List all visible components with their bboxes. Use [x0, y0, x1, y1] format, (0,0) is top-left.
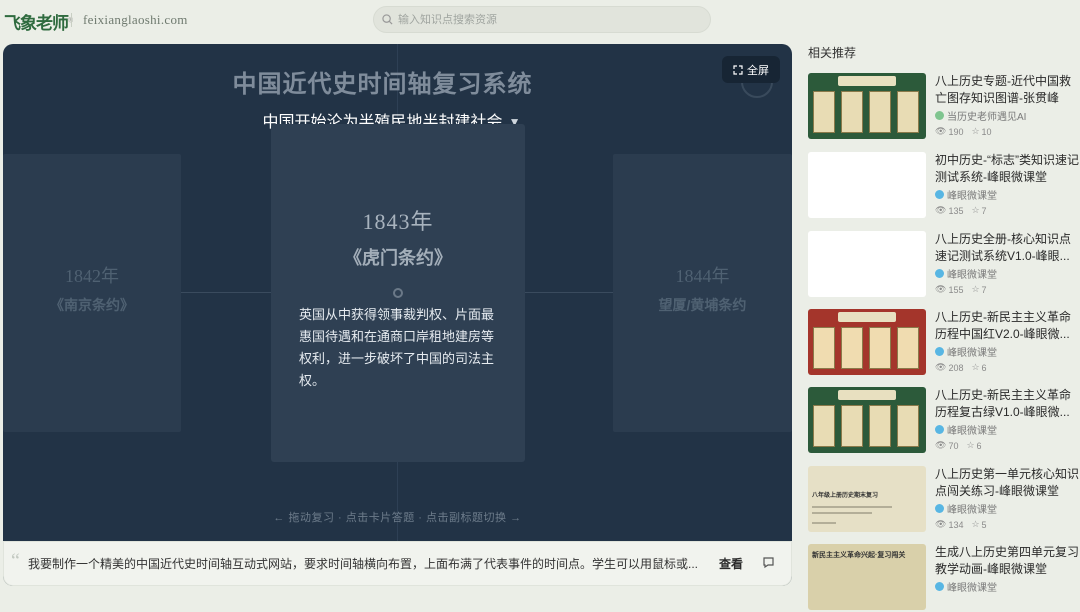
item-stats: 👁 155 ☆ 7 — [935, 284, 987, 295]
sidebar-title: 相关推荐 — [808, 46, 857, 60]
item-title: 八上历史-新民主主义革命历程复古绿V1.0-峰眼微... — [935, 388, 1071, 419]
related-sidebar: 相关推荐 八上历史专题-近代中国救亡图存知识图谱-张贯峰 当历史老师遇见AI 👁… — [808, 44, 1080, 610]
search-input[interactable] — [398, 11, 698, 29]
recommend-item[interactable]: 八上历史-新民主主义革命历程复古绿V1.0-峰眼微... 峰眼微课堂 👁 70 ☆… — [808, 387, 1080, 455]
eye-icon: 👁 — [935, 126, 947, 136]
message-icon[interactable] — [762, 556, 775, 569]
event-card-prev[interactable]: 1842年 《南京条约》 — [3, 154, 181, 432]
search-icon — [382, 14, 393, 25]
item-title: 八上历史全册-核心知识点速记测试系统V1.0-峰眼... — [935, 232, 1071, 263]
item-author: 当历史老师遇见AI — [935, 108, 1026, 123]
timeline-dot — [393, 288, 403, 298]
card-year: 1844年 — [675, 266, 730, 286]
avatar — [935, 347, 944, 356]
avatar — [935, 190, 944, 199]
recommend-item[interactable]: 新民主主义革命兴起·复习闯关 生成八上历史第四单元复习教学动画-峰眼微课堂 峰眼… — [808, 544, 1080, 612]
item-stats: 👁 208 ☆ 6 — [935, 362, 987, 373]
top-bar: 飞象老师® feixianglaoshi.com — [0, 0, 1080, 38]
quote-icon: “ — [11, 550, 20, 572]
item-stats: 👁 190 ☆ 10 — [935, 126, 992, 137]
eye-icon: 👁 — [935, 519, 947, 529]
thumb-title: 八年级上册历史期末复习 — [812, 493, 879, 499]
event-card-current[interactable]: 1843年 《虎门条约》 英国从中获得领事裁判权、片面最惠国待遇和在通商口岸租地… — [271, 124, 525, 462]
prompt-text: 我要制作一个精美的中国近代史时间轴互动式网站，要求时间轴横向布置，上面布满了代表… — [28, 557, 699, 571]
eye-icon: 👁 — [935, 205, 947, 215]
usage-hint: ← 拖动复习 · 点击卡片答题 · 点击副标题切换 → — [273, 512, 522, 524]
avatar — [935, 425, 944, 434]
star-icon: ☆ — [971, 284, 980, 294]
item-author: 峰眼微课堂 — [935, 187, 997, 202]
event-card-next[interactable]: 1844年 望厦/黄埔条约 — [613, 154, 792, 432]
recommend-item[interactable]: 初中历史-“标志”类知识速记测试系统-峰眼微课堂 峰眼微课堂 👁 135 ☆ 7 — [808, 152, 1080, 220]
item-author: 峰眼微课堂 — [935, 422, 997, 437]
item-stats: 👁 134 ☆ 5 — [935, 519, 987, 530]
card-year: 1842年 — [65, 266, 119, 286]
avatar — [935, 504, 944, 513]
item-author: 峰眼微课堂 — [935, 344, 997, 359]
recommend-item[interactable]: 八上历史-新民主主义革命历程中国红V2.0-峰眼微... 峰眼微课堂 👁 208 … — [808, 309, 1080, 377]
card-event: 《虎门条约》 — [344, 248, 452, 268]
divider — [71, 13, 72, 27]
thumbnail — [808, 309, 926, 375]
recommend-item[interactable]: 八上历史专题-近代中国救亡图存知识图谱-张贯峰 当历史老师遇见AI 👁 190 ☆… — [808, 73, 1080, 141]
avatar — [935, 269, 944, 278]
recommend-item[interactable]: 八上历史全册-核心知识点速记测试系统V1.0-峰眼... 峰眼微课堂 👁 155 … — [808, 231, 1080, 299]
item-title: 初中历史-“标志”类知识速记测试系统-峰眼微课堂 — [935, 153, 1079, 184]
item-author: 峰眼微课堂 — [935, 579, 997, 594]
search-box[interactable] — [373, 6, 711, 33]
star-icon: ☆ — [971, 205, 980, 215]
thumbnail — [808, 152, 926, 218]
star-icon: ☆ — [971, 126, 980, 136]
item-author: 峰眼微课堂 — [935, 266, 997, 281]
prompt-bar: “ 我要制作一个精美的中国近代史时间轴互动式网站，要求时间轴横向布置，上面布满了… — [3, 541, 792, 586]
view-prompt-link[interactable]: 查看 — [719, 555, 743, 572]
card-event: 望厦/黄埔条约 — [658, 297, 747, 313]
fullscreen-button[interactable]: 全屏 — [722, 56, 780, 83]
item-stats: 👁 70 ☆ 6 — [935, 440, 982, 451]
item-title: 八上历史专题-近代中国救亡图存知识图谱-张贯峰 — [935, 74, 1071, 105]
avatar — [935, 111, 944, 120]
page-title: 中国近代史时间轴复习系统 — [232, 72, 533, 98]
item-title: 八上历史第一单元核心知识点闯关练习-峰眼微课堂 — [935, 467, 1080, 498]
card-event: 《南京条约》 — [50, 297, 134, 313]
card-description: 英国从中获得领事裁判权、片面最惠国待遇和在通商口岸租地建房等权利，进一步破坏了中… — [299, 307, 495, 388]
thumbnail — [808, 231, 926, 297]
item-title: 八上历史-新民主主义革命历程中国红V2.0-峰眼微... — [935, 310, 1071, 341]
thumb-title: 新民主主义革命兴起·复习闯关 — [812, 552, 906, 559]
site-domain: feixianglaoshi.com — [83, 12, 188, 27]
recommend-item[interactable]: 八年级上册历史期末复习 八上历史第一单元核心知识点闯关练习-峰眼微课堂 峰眼微课… — [808, 466, 1080, 534]
avatar — [935, 582, 944, 591]
star-icon: ☆ — [971, 362, 980, 372]
expand-icon — [733, 64, 743, 75]
item-stats: 👁 135 ☆ 7 — [935, 205, 987, 216]
eye-icon: 👁 — [935, 362, 947, 372]
card-year: 1843年 — [362, 209, 434, 234]
site-logo[interactable]: 飞象老师® — [4, 9, 73, 34]
eye-icon: 👁 — [935, 440, 947, 450]
thumbnail — [808, 73, 926, 139]
item-title: 生成八上历史第四单元复习教学动画-峰眼微课堂 — [935, 545, 1080, 576]
star-icon: ☆ — [966, 440, 975, 450]
item-author: 峰眼微课堂 — [935, 501, 997, 516]
fullscreen-label: 全屏 — [747, 64, 769, 77]
thumbnail: 新民主主义革命兴起·复习闯关 — [808, 544, 926, 610]
star-icon: ☆ — [971, 519, 980, 529]
timeline-stage[interactable]: 中国近代史时间轴复习系统 全屏 中国开始沦为半殖民地半封建社会 ▼ 1842年 《… — [3, 44, 792, 586]
eye-icon: 👁 — [935, 284, 947, 294]
thumbnail: 八年级上册历史期末复习 — [808, 466, 926, 532]
thumbnail — [808, 387, 926, 453]
